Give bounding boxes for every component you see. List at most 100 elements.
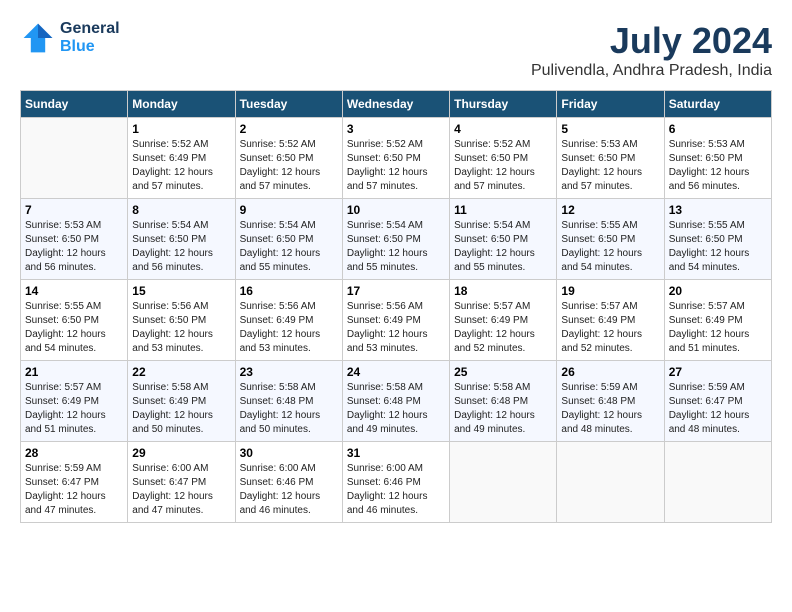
weekday-header: Wednesday xyxy=(342,91,449,118)
day-number: 20 xyxy=(669,284,767,298)
weekday-header: Monday xyxy=(128,91,235,118)
day-info: Sunrise: 5:59 AM Sunset: 6:47 PM Dayligh… xyxy=(669,381,767,437)
title-section: July 2024 Pulivendla, Andhra Pradesh, In… xyxy=(531,20,772,80)
month-title: July 2024 xyxy=(531,20,772,62)
day-info: Sunrise: 5:58 AM Sunset: 6:48 PM Dayligh… xyxy=(240,381,338,437)
calendar-header-row: SundayMondayTuesdayWednesdayThursdayFrid… xyxy=(21,91,772,118)
day-info: Sunrise: 6:00 AM Sunset: 6:46 PM Dayligh… xyxy=(347,462,445,518)
day-info: Sunrise: 5:54 AM Sunset: 6:50 PM Dayligh… xyxy=(454,219,552,275)
day-info: Sunrise: 5:58 AM Sunset: 6:48 PM Dayligh… xyxy=(347,381,445,437)
day-number: 22 xyxy=(132,365,230,379)
weekday-header: Saturday xyxy=(664,91,771,118)
weekday-header: Tuesday xyxy=(235,91,342,118)
calendar-cell xyxy=(450,442,557,523)
calendar-cell xyxy=(21,118,128,199)
weekday-header: Friday xyxy=(557,91,664,118)
day-info: Sunrise: 5:55 AM Sunset: 6:50 PM Dayligh… xyxy=(25,300,123,356)
day-info: Sunrise: 5:59 AM Sunset: 6:48 PM Dayligh… xyxy=(561,381,659,437)
calendar-cell: 22 Sunrise: 5:58 AM Sunset: 6:49 PM Dayl… xyxy=(128,361,235,442)
day-number: 8 xyxy=(132,203,230,217)
day-number: 18 xyxy=(454,284,552,298)
day-info: Sunrise: 6:00 AM Sunset: 6:46 PM Dayligh… xyxy=(240,462,338,518)
calendar-cell: 17 Sunrise: 5:56 AM Sunset: 6:49 PM Dayl… xyxy=(342,280,449,361)
day-number: 26 xyxy=(561,365,659,379)
day-number: 6 xyxy=(669,122,767,136)
day-number: 7 xyxy=(25,203,123,217)
calendar-cell: 10 Sunrise: 5:54 AM Sunset: 6:50 PM Dayl… xyxy=(342,199,449,280)
day-number: 4 xyxy=(454,122,552,136)
day-info: Sunrise: 5:56 AM Sunset: 6:49 PM Dayligh… xyxy=(347,300,445,356)
day-info: Sunrise: 5:57 AM Sunset: 6:49 PM Dayligh… xyxy=(25,381,123,437)
day-number: 11 xyxy=(454,203,552,217)
day-number: 3 xyxy=(347,122,445,136)
day-info: Sunrise: 5:52 AM Sunset: 6:50 PM Dayligh… xyxy=(240,138,338,194)
calendar-cell: 25 Sunrise: 5:58 AM Sunset: 6:48 PM Dayl… xyxy=(450,361,557,442)
calendar-week-row: 1 Sunrise: 5:52 AM Sunset: 6:49 PM Dayli… xyxy=(21,118,772,199)
day-number: 9 xyxy=(240,203,338,217)
day-number: 28 xyxy=(25,446,123,460)
day-info: Sunrise: 5:55 AM Sunset: 6:50 PM Dayligh… xyxy=(669,219,767,275)
day-info: Sunrise: 5:57 AM Sunset: 6:49 PM Dayligh… xyxy=(561,300,659,356)
day-info: Sunrise: 5:58 AM Sunset: 6:49 PM Dayligh… xyxy=(132,381,230,437)
day-number: 10 xyxy=(347,203,445,217)
calendar-cell: 30 Sunrise: 6:00 AM Sunset: 6:46 PM Dayl… xyxy=(235,442,342,523)
calendar-cell: 6 Sunrise: 5:53 AM Sunset: 6:50 PM Dayli… xyxy=(664,118,771,199)
day-info: Sunrise: 5:57 AM Sunset: 6:49 PM Dayligh… xyxy=(669,300,767,356)
day-number: 24 xyxy=(347,365,445,379)
calendar-cell: 27 Sunrise: 5:59 AM Sunset: 6:47 PM Dayl… xyxy=(664,361,771,442)
day-number: 14 xyxy=(25,284,123,298)
day-number: 21 xyxy=(25,365,123,379)
calendar-cell: 11 Sunrise: 5:54 AM Sunset: 6:50 PM Dayl… xyxy=(450,199,557,280)
calendar-cell: 3 Sunrise: 5:52 AM Sunset: 6:50 PM Dayli… xyxy=(342,118,449,199)
day-number: 15 xyxy=(132,284,230,298)
calendar-cell: 2 Sunrise: 5:52 AM Sunset: 6:50 PM Dayli… xyxy=(235,118,342,199)
day-info: Sunrise: 5:53 AM Sunset: 6:50 PM Dayligh… xyxy=(25,219,123,275)
day-info: Sunrise: 5:52 AM Sunset: 6:50 PM Dayligh… xyxy=(347,138,445,194)
day-info: Sunrise: 5:54 AM Sunset: 6:50 PM Dayligh… xyxy=(347,219,445,275)
page-header: General Blue July 2024 Pulivendla, Andhr… xyxy=(20,20,772,80)
day-info: Sunrise: 6:00 AM Sunset: 6:47 PM Dayligh… xyxy=(132,462,230,518)
calendar-cell: 21 Sunrise: 5:57 AM Sunset: 6:49 PM Dayl… xyxy=(21,361,128,442)
day-number: 31 xyxy=(347,446,445,460)
day-number: 12 xyxy=(561,203,659,217)
calendar-cell: 14 Sunrise: 5:55 AM Sunset: 6:50 PM Dayl… xyxy=(21,280,128,361)
calendar-cell: 1 Sunrise: 5:52 AM Sunset: 6:49 PM Dayli… xyxy=(128,118,235,199)
calendar-cell: 5 Sunrise: 5:53 AM Sunset: 6:50 PM Dayli… xyxy=(557,118,664,199)
calendar-week-row: 21 Sunrise: 5:57 AM Sunset: 6:49 PM Dayl… xyxy=(21,361,772,442)
calendar-cell: 31 Sunrise: 6:00 AM Sunset: 6:46 PM Dayl… xyxy=(342,442,449,523)
day-number: 29 xyxy=(132,446,230,460)
calendar-cell: 4 Sunrise: 5:52 AM Sunset: 6:50 PM Dayli… xyxy=(450,118,557,199)
day-info: Sunrise: 5:58 AM Sunset: 6:48 PM Dayligh… xyxy=(454,381,552,437)
day-info: Sunrise: 5:57 AM Sunset: 6:49 PM Dayligh… xyxy=(454,300,552,356)
logo-text: General Blue xyxy=(60,20,120,56)
day-info: Sunrise: 5:53 AM Sunset: 6:50 PM Dayligh… xyxy=(669,138,767,194)
day-number: 23 xyxy=(240,365,338,379)
calendar-cell: 29 Sunrise: 6:00 AM Sunset: 6:47 PM Dayl… xyxy=(128,442,235,523)
day-number: 27 xyxy=(669,365,767,379)
calendar-cell: 12 Sunrise: 5:55 AM Sunset: 6:50 PM Dayl… xyxy=(557,199,664,280)
logo: General Blue xyxy=(20,20,120,56)
calendar-cell: 13 Sunrise: 5:55 AM Sunset: 6:50 PM Dayl… xyxy=(664,199,771,280)
calendar-table: SundayMondayTuesdayWednesdayThursdayFrid… xyxy=(20,90,772,523)
calendar-cell: 7 Sunrise: 5:53 AM Sunset: 6:50 PM Dayli… xyxy=(21,199,128,280)
day-info: Sunrise: 5:53 AM Sunset: 6:50 PM Dayligh… xyxy=(561,138,659,194)
day-number: 2 xyxy=(240,122,338,136)
calendar-cell: 15 Sunrise: 5:56 AM Sunset: 6:50 PM Dayl… xyxy=(128,280,235,361)
day-number: 25 xyxy=(454,365,552,379)
calendar-week-row: 14 Sunrise: 5:55 AM Sunset: 6:50 PM Dayl… xyxy=(21,280,772,361)
day-number: 1 xyxy=(132,122,230,136)
day-info: Sunrise: 5:52 AM Sunset: 6:49 PM Dayligh… xyxy=(132,138,230,194)
calendar-cell: 26 Sunrise: 5:59 AM Sunset: 6:48 PM Dayl… xyxy=(557,361,664,442)
calendar-cell: 19 Sunrise: 5:57 AM Sunset: 6:49 PM Dayl… xyxy=(557,280,664,361)
calendar-week-row: 28 Sunrise: 5:59 AM Sunset: 6:47 PM Dayl… xyxy=(21,442,772,523)
calendar-cell: 9 Sunrise: 5:54 AM Sunset: 6:50 PM Dayli… xyxy=(235,199,342,280)
calendar-cell: 8 Sunrise: 5:54 AM Sunset: 6:50 PM Dayli… xyxy=(128,199,235,280)
day-info: Sunrise: 5:52 AM Sunset: 6:50 PM Dayligh… xyxy=(454,138,552,194)
calendar-cell: 18 Sunrise: 5:57 AM Sunset: 6:49 PM Dayl… xyxy=(450,280,557,361)
day-info: Sunrise: 5:59 AM Sunset: 6:47 PM Dayligh… xyxy=(25,462,123,518)
day-number: 19 xyxy=(561,284,659,298)
day-info: Sunrise: 5:54 AM Sunset: 6:50 PM Dayligh… xyxy=(240,219,338,275)
day-info: Sunrise: 5:56 AM Sunset: 6:50 PM Dayligh… xyxy=(132,300,230,356)
calendar-cell xyxy=(557,442,664,523)
weekday-header: Thursday xyxy=(450,91,557,118)
